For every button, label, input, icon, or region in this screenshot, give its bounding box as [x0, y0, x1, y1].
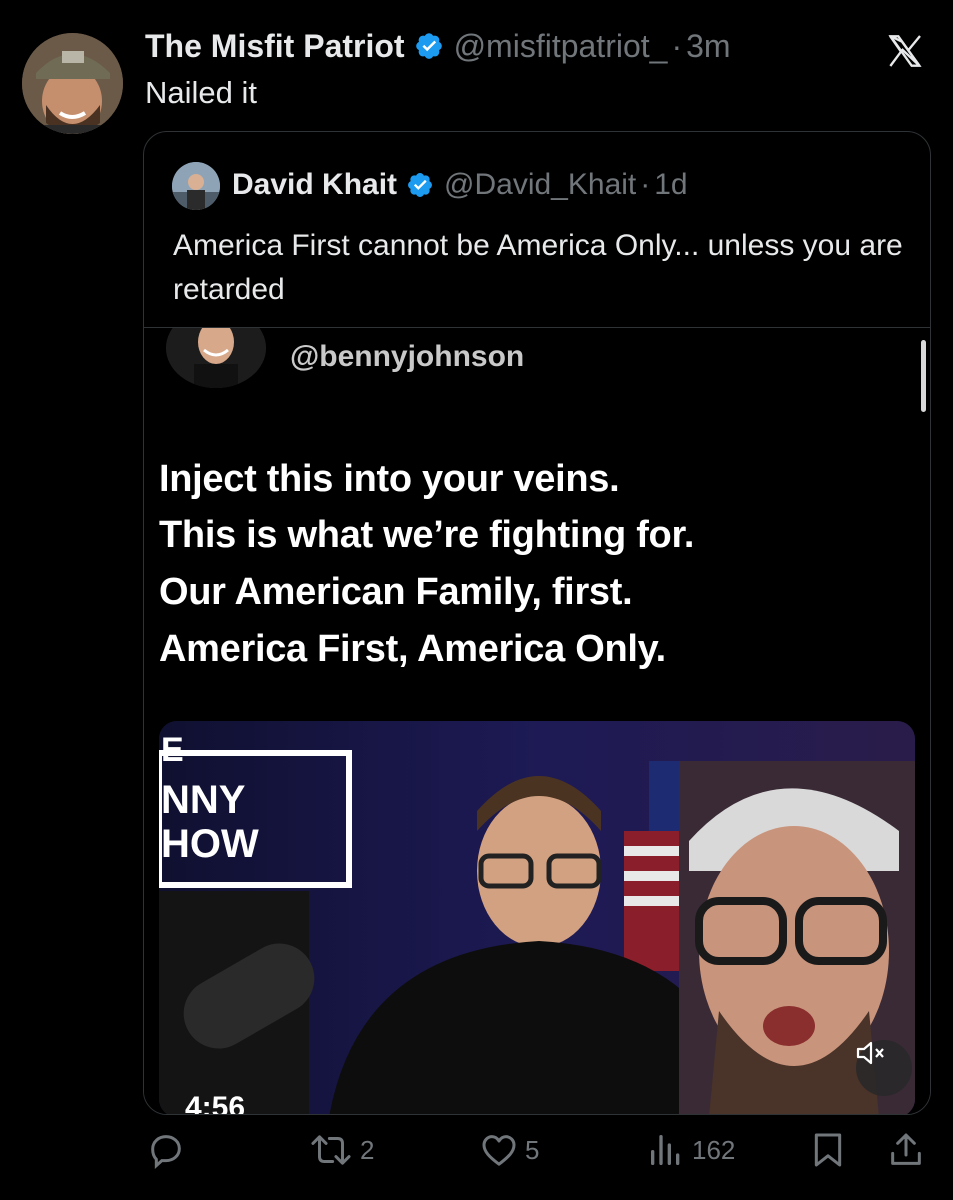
tweet-header: The Misfit Patriot @misfitpatriot_ · 3m — [145, 28, 731, 64]
views-count: 162 — [692, 1134, 736, 1165]
retweet-button[interactable]: 2 — [308, 1130, 374, 1170]
retweet-icon — [311, 1135, 351, 1165]
embedded-text-line: This is what we’re fighting for. — [159, 514, 695, 556]
video-duration: 4:56 — [185, 1091, 246, 1115]
like-button[interactable]: 5 — [479, 1130, 539, 1170]
quoted-author-avatar[interactable] — [172, 162, 220, 210]
share-icon — [891, 1133, 921, 1165]
like-count: 5 — [525, 1134, 540, 1165]
bookmark-icon — [814, 1133, 842, 1167]
bookmark-button[interactable] — [808, 1130, 848, 1170]
quoted-author-handle[interactable]: @David_Khait — [444, 168, 636, 202]
scrollbar[interactable] — [921, 340, 926, 412]
embedded-text-line: America First, America Only. — [159, 628, 666, 670]
views-button[interactable]: 162 — [646, 1130, 735, 1170]
muted-speaker-icon — [856, 1041, 884, 1065]
separator-dot: · — [671, 28, 683, 64]
heart-icon — [482, 1135, 516, 1166]
x-logo-icon — [888, 35, 922, 67]
views-icon — [651, 1135, 680, 1165]
timestamp[interactable]: 3m — [686, 28, 730, 64]
video-logo-text: NNY — [161, 778, 246, 822]
mute-button[interactable] — [856, 1040, 912, 1096]
tweet-text: Nailed it — [145, 75, 257, 110]
reply-button[interactable] — [146, 1130, 192, 1170]
action-bar: 2 5 162 — [0, 1130, 953, 1180]
embedded-author-avatar — [166, 328, 266, 388]
quoted-tweet-card[interactable]: David Khait @David_Khait · 1d America Fi… — [143, 131, 931, 1115]
tweet-screen: The Misfit Patriot @misfitpatriot_ · 3m … — [0, 0, 953, 1200]
author-avatar[interactable] — [22, 33, 123, 134]
embedded-handle: @bennyjohnson — [290, 340, 525, 373]
quoted-tweet-header: David Khait @David_Khait · 1d — [232, 168, 688, 202]
embedded-text-line: Inject this into your veins. — [159, 458, 620, 500]
share-button[interactable] — [886, 1130, 926, 1170]
author-name[interactable]: The Misfit Patriot — [145, 28, 405, 64]
reply-icon — [151, 1135, 181, 1170]
video-logo-text: HOW — [161, 822, 259, 866]
verified-badge-icon — [415, 33, 442, 59]
separator-dot: · — [640, 168, 651, 201]
video-player[interactable]: E NNY HOW 4:56 — [159, 721, 915, 1115]
embedded-media[interactable]: @bennyjohnson Inject this into your vein… — [144, 327, 930, 1115]
video-logo-text: E — [161, 731, 184, 769]
verified-badge-icon — [408, 173, 432, 197]
quoted-author-name[interactable]: David Khait — [232, 168, 397, 202]
embedded-text-line: Our American Family, first. — [159, 571, 633, 613]
retweet-count: 2 — [360, 1134, 375, 1165]
quoted-tweet-text: America First cannot be America Only... … — [173, 229, 903, 306]
author-handle[interactable]: @misfitpatriot_ — [454, 28, 668, 64]
video-frame: E NNY HOW — [159, 721, 915, 1114]
quoted-timestamp[interactable]: 1d — [654, 168, 687, 202]
